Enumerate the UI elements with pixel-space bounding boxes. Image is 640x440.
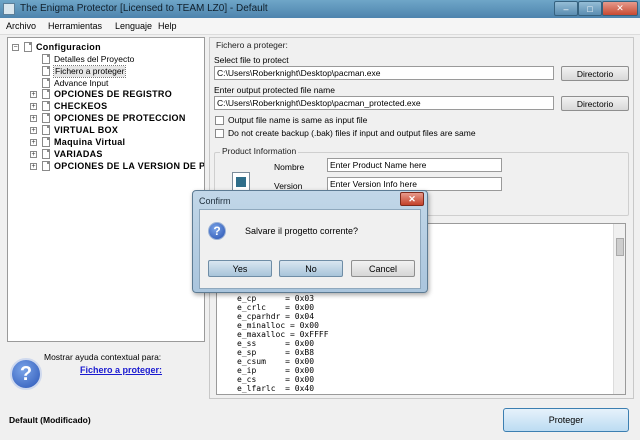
tree-item-version-pf[interactable]: + OPCIONES DE LA VERSION DE PF	[12, 161, 205, 172]
close-button[interactable]: ✕	[602, 1, 638, 16]
output-file-label: Enter output protected file name	[214, 85, 335, 95]
expand-icon[interactable]: +	[30, 91, 37, 98]
page-icon	[42, 113, 50, 123]
code-line: e_ip = 0x00	[237, 366, 315, 375]
no-button[interactable]: No	[279, 260, 343, 277]
help-topic-link[interactable]: Fichero a proteger:	[80, 365, 162, 375]
cancel-button[interactable]: Cancel	[351, 260, 415, 277]
page-icon	[42, 101, 50, 111]
menu-bar: Archivo Herramientas Lenguaje Help	[0, 18, 640, 35]
confirm-dialog: Confirm ✕ ? Salvare il progetto corrente…	[192, 190, 428, 293]
question-icon: ?	[208, 222, 226, 240]
code-line: e_minalloc = 0x00	[237, 321, 319, 330]
input-file-field[interactable]: C:\Users\Roberknight\Desktop\pacman.exe	[214, 66, 554, 80]
same-name-checkbox[interactable]	[215, 116, 224, 125]
page-icon	[42, 125, 50, 135]
code-line: e_crlc = 0x00	[237, 303, 315, 312]
expand-icon[interactable]: +	[30, 115, 37, 122]
page-icon	[42, 149, 50, 159]
tree-item-label: Detalles del Proyecto	[54, 54, 135, 64]
same-name-label: Output file name is same as input file	[228, 115, 368, 125]
code-line: e_ss = 0x00	[237, 339, 315, 348]
code-line: e_maxalloc = 0xFFFF	[237, 330, 329, 339]
tree-item-virtual-box[interactable]: + VIRTUAL BOX	[12, 125, 202, 136]
menu-help[interactable]: Help	[158, 21, 177, 31]
page-icon	[42, 66, 50, 76]
maximize-button[interactable]: □	[578, 1, 602, 16]
menu-lenguaje[interactable]: Lenguaje	[115, 21, 152, 31]
tree-item-label: OPCIONES DE LA VERSION DE PF	[54, 161, 205, 171]
page-icon	[42, 137, 50, 147]
tree-item-label: OPCIONES DE PROTECCION	[54, 113, 186, 123]
browse-output-button[interactable]: Directorio	[561, 96, 629, 111]
page-icon	[24, 42, 32, 52]
expand-icon[interactable]: +	[30, 163, 37, 170]
app-icon	[3, 3, 15, 15]
page-icon	[42, 89, 50, 99]
dialog-close-button[interactable]: ✕	[400, 192, 424, 206]
expand-icon[interactable]: +	[30, 151, 37, 158]
title-bar: The Enigma Protector [Licensed to TEAM L…	[0, 0, 640, 18]
expand-icon[interactable]: +	[30, 127, 37, 134]
tree-item-label: OPCIONES DE REGISTRO	[54, 89, 173, 99]
tree-item-label: VARIADAS	[54, 149, 103, 159]
tree-item-maquina-virtual[interactable]: + Maquina Virtual	[12, 137, 202, 148]
help-question-icon: ?	[10, 358, 42, 390]
product-version-field[interactable]: Enter Version Info here	[327, 177, 502, 191]
product-info-title: Product Information	[220, 146, 299, 156]
tree-item-advance-input[interactable]: Advance Input	[12, 78, 202, 89]
dialog-body: ? Salvare il progetto corrente? Yes No C…	[199, 209, 421, 289]
page-icon	[42, 161, 50, 171]
no-backup-label: Do not create backup (.bak) files if inp…	[228, 128, 476, 138]
tree-item-label: CHECKEOS	[54, 101, 108, 111]
code-line: e_cs = 0x00	[237, 375, 315, 384]
dialog-message: Salvare il progetto corrente?	[245, 226, 359, 236]
input-file-label: Select file to protect	[214, 55, 289, 65]
menu-herramientas[interactable]: Herramientas	[48, 21, 102, 31]
help-caption: Mostrar ayuda contextual para:	[44, 352, 162, 362]
protect-button[interactable]: Proteger	[503, 408, 629, 432]
scrollbar-thumb[interactable]	[616, 238, 624, 256]
product-icon-square	[236, 177, 246, 187]
window-title: The Enigma Protector [Licensed to TEAM L…	[20, 3, 268, 14]
yes-button[interactable]: Yes	[208, 260, 272, 277]
minimize-button[interactable]: –	[554, 1, 578, 16]
expand-icon[interactable]: +	[30, 139, 37, 146]
code-line: e_cp = 0x03	[237, 294, 315, 303]
tree-item-registro[interactable]: + OPCIONES DE REGISTRO	[12, 89, 202, 100]
code-line: e_cparhdr = 0x04	[237, 312, 315, 321]
product-name-label: Nombre	[274, 162, 305, 172]
code-line: e_sp = 0xB8	[237, 348, 315, 357]
tree-item-label: Fichero a proteger	[52, 65, 127, 78]
tree-item-checkeos[interactable]: + CHECKEOS	[12, 101, 202, 112]
tree-item-configuracion[interactable]: − Configuracion	[12, 42, 202, 53]
project-status: Default (Modificado)	[9, 415, 91, 425]
browse-input-button[interactable]: Directorio	[561, 66, 629, 81]
tree-item-label: Configuracion	[36, 42, 101, 52]
code-line: e_lfarlc = 0x40	[237, 384, 315, 393]
product-name-field[interactable]: Enter Product Name here	[327, 158, 502, 172]
tree-item-detalles[interactable]: Detalles del Proyecto	[12, 54, 202, 65]
code-line: e_csum = 0x00	[237, 357, 315, 366]
dialog-title: Confirm	[199, 196, 231, 206]
config-tree[interactable]: − Configuracion Detalles del Proyecto Fi…	[7, 37, 205, 342]
group-title-fichero: Fichero a proteger:	[216, 40, 288, 50]
tree-item-fichero[interactable]: Fichero a proteger	[12, 65, 202, 78]
tree-item-label: Advance Input	[54, 78, 109, 88]
menu-archivo[interactable]: Archivo	[6, 21, 36, 31]
tree-item-label: VIRTUAL BOX	[54, 125, 119, 135]
tree-item-proteccion[interactable]: + OPCIONES DE PROTECCION	[12, 113, 202, 124]
vertical-scrollbar[interactable]	[613, 224, 625, 394]
expand-icon[interactable]: +	[30, 103, 37, 110]
tree-item-label: Maquina Virtual	[54, 137, 126, 147]
tree-item-variadas[interactable]: + VARIADAS	[12, 149, 202, 160]
page-icon	[42, 78, 50, 88]
page-icon	[42, 54, 50, 64]
collapse-icon[interactable]: −	[12, 44, 19, 51]
output-file-field[interactable]: C:\Users\Roberknight\Desktop\pacman_prot…	[214, 96, 554, 110]
no-backup-checkbox[interactable]	[215, 129, 224, 138]
